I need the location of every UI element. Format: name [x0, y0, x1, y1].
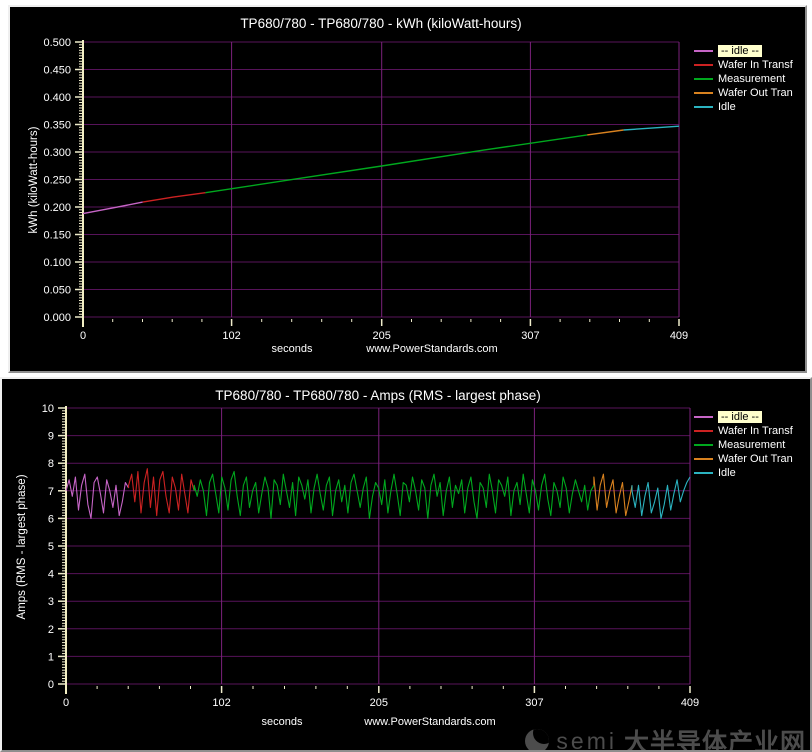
- h-gridlines: [83, 42, 679, 317]
- legend-item-idle-selected[interactable]: -- idle --: [694, 411, 793, 423]
- legend-swatch-measurement: [694, 78, 713, 80]
- legend-label: Measurement: [718, 73, 785, 85]
- x-tick-label: 307: [521, 330, 539, 342]
- x-axis-ticks: [66, 686, 690, 693]
- legend-label: Measurement: [718, 439, 785, 451]
- x-tick-label: 307: [525, 697, 543, 709]
- y-tick-label: 10: [42, 403, 54, 415]
- x-tick-labels: 0 102 205 307 409: [63, 697, 699, 709]
- legend-swatch-idle: [694, 50, 713, 52]
- y-tick-label: 0.100: [43, 257, 71, 269]
- kwh-legend: -- idle -- Wafer In Transf Measurement W…: [694, 45, 793, 113]
- x-tick-label: 409: [681, 697, 699, 709]
- legend-swatch-wafer-out: [694, 458, 713, 460]
- y-tick-label: 0: [48, 679, 54, 691]
- legend-swatch-idle: [694, 416, 713, 418]
- y-tick-label: 6: [48, 513, 54, 525]
- legend-label: -- idle --: [718, 411, 762, 423]
- series-wafer-out-tran: [594, 474, 632, 515]
- kwh-chart-plot: 0.000 0.050 0.100 0.150 0.200 0.250 0.300 0.350…: [10, 7, 805, 371]
- crescent-logo-icon: [525, 729, 549, 752]
- logo-site-name: 大半导体产业网: [624, 723, 806, 752]
- x-tick-label: 102: [212, 697, 230, 709]
- legend-label: Idle: [718, 101, 736, 113]
- y-tick-label: 0.450: [43, 65, 71, 77]
- y-tick-label: 0.500: [43, 37, 71, 49]
- legend-item-wafer-out-tran[interactable]: Wafer Out Tran: [694, 453, 793, 465]
- legend-item-measurement[interactable]: Measurement: [694, 439, 793, 451]
- legend-swatch-wafer-out: [694, 92, 713, 94]
- legend-label: Wafer Out Tran: [718, 87, 793, 99]
- y-tick-label: 4: [48, 569, 54, 581]
- legend-label: Idle: [718, 467, 736, 479]
- series-wafer-out-tran: [587, 130, 623, 135]
- y-tick-label: 0.250: [43, 175, 71, 187]
- y-tick-label: 0.300: [43, 147, 71, 159]
- legend-label: Wafer In Transf: [718, 425, 793, 437]
- y-tick-labels: 0 1 2 3 4 5 6 7 8 9 10: [42, 403, 54, 691]
- series: [83, 126, 679, 213]
- legend-swatch-measurement: [694, 444, 713, 446]
- x-tick-label: 409: [670, 330, 688, 342]
- amps-chart-panel: TP680/780 - TP680/780 - Amps (RMS - larg…: [0, 377, 812, 752]
- y-axis-ticks: [58, 408, 65, 684]
- y-tick-label: 7: [48, 486, 54, 498]
- x-axis-ticks: [83, 319, 679, 326]
- series-idle: [83, 202, 143, 214]
- legend-swatch-wafer-in: [694, 64, 713, 66]
- series-wafer-in-transf: [129, 469, 195, 516]
- series-idle: [632, 477, 690, 518]
- screenshot-root: { "colors": { "background": "#000000", "…: [0, 0, 812, 752]
- x-tick-label: 0: [63, 697, 69, 709]
- x-tick-labels: 0 102 205 307 409: [80, 330, 688, 342]
- y-tick-label: 9: [48, 431, 54, 443]
- x-tick-label: 205: [373, 330, 391, 342]
- legend-item-wafer-in-transf[interactable]: Wafer In Transf: [694, 59, 793, 71]
- y-tick-label: 0.050: [43, 285, 71, 297]
- amps-legend: -- idle -- Wafer In Transf Measurement W…: [694, 411, 793, 479]
- logo-brand-text: semi: [556, 728, 617, 752]
- y-tick-label: 5: [48, 541, 54, 553]
- x-tick-label: 0: [80, 330, 86, 342]
- legend-swatch-idle-final: [694, 472, 713, 474]
- legend-item-idle-selected[interactable]: -- idle --: [694, 45, 793, 57]
- y-tick-labels: 0.000 0.050 0.100 0.150 0.200 0.250 0.300 0.350…: [43, 37, 71, 324]
- amps-chart-plot: 0 1 2 3 4 5 6 7 8 9 10 0 102 205 307 409: [2, 379, 810, 750]
- powerstandards-watermark: www.PowerStandards.com: [366, 343, 497, 355]
- y-axis-ticks: [75, 42, 82, 317]
- y-tick-label: 0.200: [43, 202, 71, 214]
- y-tick-label: 1: [48, 651, 54, 663]
- series-idle: [66, 474, 129, 518]
- kwh-x-axis-label: seconds: [272, 343, 313, 355]
- legend-swatch-wafer-in: [694, 430, 713, 432]
- legend-item-idle-final[interactable]: Idle: [694, 101, 793, 113]
- y-tick-label: 8: [48, 458, 54, 470]
- legend-item-idle-final[interactable]: Idle: [694, 467, 793, 479]
- kwh-chart-panel: TP680/780 - TP680/780 - kWh (kiloWatt-ho…: [8, 5, 807, 373]
- powerstandards-watermark: www.PowerStandards.com: [364, 716, 495, 728]
- x-tick-label: 102: [222, 330, 240, 342]
- legend-swatch-idle-final: [694, 106, 713, 108]
- series-idle: [624, 126, 679, 130]
- legend-label: -- idle --: [718, 45, 762, 57]
- legend-item-measurement[interactable]: Measurement: [694, 73, 793, 85]
- legend-item-wafer-out-tran[interactable]: Wafer Out Tran: [694, 87, 793, 99]
- series: [66, 469, 690, 519]
- y-tick-label: 0.400: [43, 92, 71, 104]
- series-wafer-in-transf: [143, 193, 206, 202]
- legend-label: Wafer In Transf: [718, 59, 793, 71]
- x-tick-label: 205: [370, 697, 388, 709]
- legend-label: Wafer Out Tran: [718, 453, 793, 465]
- h-gridlines: [66, 408, 690, 684]
- legend-item-wafer-in-transf[interactable]: Wafer In Transf: [694, 425, 793, 437]
- y-tick-label: 0.350: [43, 120, 71, 132]
- semi-site-logo: semi 大半导体产业网: [525, 723, 806, 752]
- y-tick-label: 3: [48, 596, 54, 608]
- y-tick-label: 0.150: [43, 230, 71, 242]
- y-tick-label: 2: [48, 624, 54, 636]
- amps-x-axis-label: seconds: [262, 716, 303, 728]
- y-tick-label: 0.000: [43, 312, 71, 324]
